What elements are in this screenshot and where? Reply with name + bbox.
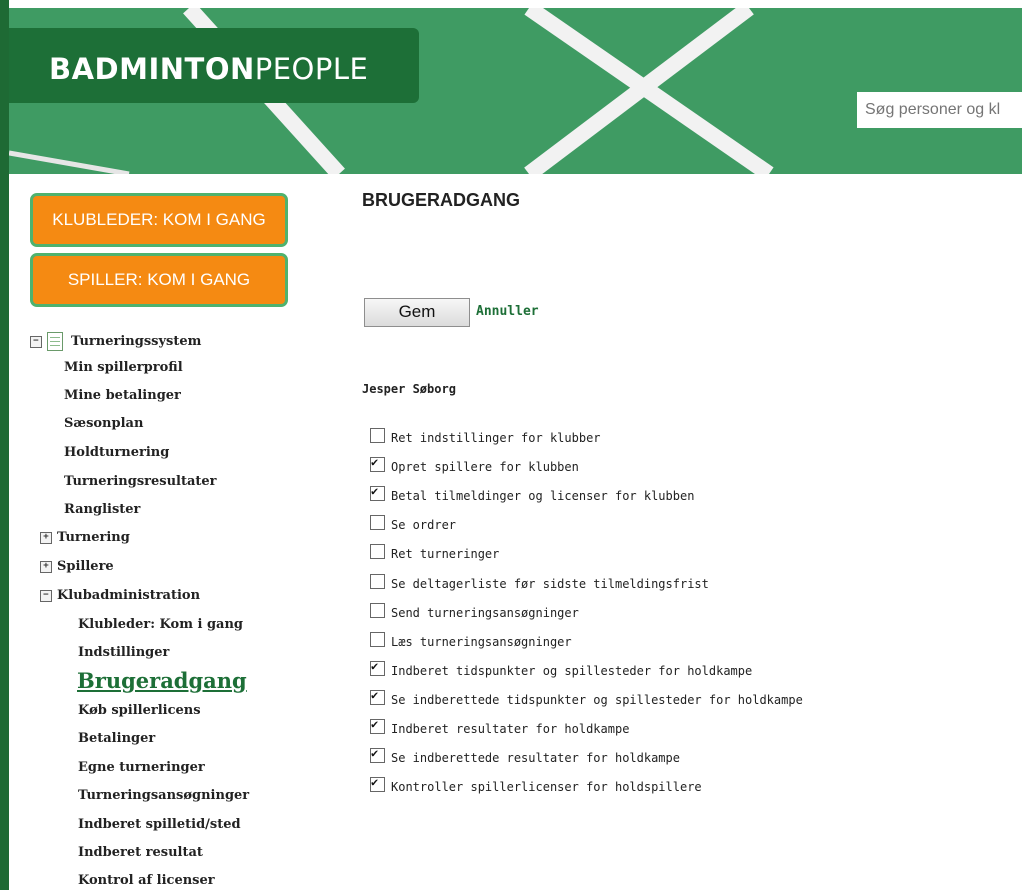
checkbox-checked[interactable] [370,717,385,734]
collapse-icon[interactable]: − [30,335,42,348]
permission-row[interactable]: Send turneringsansøgninger [370,603,579,620]
permission-label: Send turneringsansøgninger [391,606,579,620]
permission-row[interactable]: Indberet resultater for holdkampe [370,717,630,736]
sidebar-item-indberet-resultat[interactable]: Indberet resultat [78,845,203,860]
sidebar-item-brugeradgang-active[interactable]: Brugeradgang [77,668,247,693]
checkbox-unchecked[interactable] [370,428,385,443]
checkbox-checked[interactable] [370,688,385,705]
sidebar-root-label: Turneringssystem [71,334,202,349]
logo-container[interactable]: BADMINTONPEOPLE [9,28,419,103]
sidebar-item-indberet-spilletid[interactable]: Indberet spilletid/sted [78,817,241,832]
checkbox-unchecked[interactable] [370,515,385,530]
permission-label: Se ordrer [391,518,457,532]
logo-bold-text: BADMINTON [49,52,255,86]
expand-icon[interactable]: + [40,560,52,573]
sidebar-item-kontrol-af-licenser[interactable]: Kontrol af licenser [78,873,215,888]
permission-row[interactable]: Læs turneringsansøgninger [370,632,572,649]
permission-label: Ret turneringer [391,547,500,561]
sidebar-group-label: Klubadministration [57,588,201,603]
sidebar-item-min-spillerprofil[interactable]: Min spillerprofil [64,360,183,375]
header-banner: BADMINTONPEOPLE [9,8,1022,174]
left-accent-bar [0,0,9,890]
save-button[interactable]: Gem [364,298,470,327]
permission-label: Se indberettede tidspunkter og spilleste… [391,693,803,707]
permission-row[interactable]: Se ordrer [370,515,456,532]
permission-label: Se indberettede resultater for holdkampe [391,751,680,765]
site-logo[interactable]: BADMINTONPEOPLE [49,52,368,86]
sidebar-group-klubadministration[interactable]: − Klubadministration [40,588,200,603]
sidebar-item-indstillinger[interactable]: Indstillinger [78,645,169,660]
sidebar-item-turneringsresultater[interactable]: Turneringsresultater [64,474,217,489]
expand-icon[interactable]: + [40,531,52,544]
permission-label: Indberet resultater for holdkampe [391,722,630,736]
checkbox-unchecked[interactable] [370,632,385,647]
checkbox-checked[interactable] [370,455,385,472]
checkbox-unchecked[interactable] [370,574,385,589]
permission-label: Betal tilmeldinger og licenser for klubb… [391,489,695,503]
sidebar-item-egne-turneringer[interactable]: Egne turneringer [78,760,205,775]
checkbox-checked[interactable] [370,659,385,676]
permission-row[interactable]: Ret indstillinger for klubber [370,428,601,445]
permission-label: Indberet tidspunkter og spillesteder for… [391,664,753,678]
checkbox-checked[interactable] [370,746,385,763]
logo-light-text: PEOPLE [254,52,369,86]
sidebar-group-spillere[interactable]: + Spillere [40,559,114,574]
sidebar-group-label: Spillere [57,559,114,574]
checkbox-unchecked[interactable] [370,544,385,559]
sidebar-root[interactable]: − Turneringssystem [30,332,201,351]
sidebar-item-holdturnering[interactable]: Holdturnering [64,445,169,460]
search-input[interactable] [857,92,1022,128]
permission-row[interactable]: Opret spillere for klubben [370,455,579,474]
permission-row[interactable]: Se deltagerliste før sidste tilmeldingsf… [370,574,709,591]
sidebar-item-mine-betalinger[interactable]: Mine betalinger [64,388,181,403]
sidebar-group-turnering[interactable]: + Turnering [40,530,130,545]
cancel-link[interactable]: Annuller [476,304,539,319]
permission-label: Ret indstillinger for klubber [391,431,601,445]
permission-row[interactable]: Betal tilmeldinger og licenser for klubb… [370,484,695,503]
checkbox-checked[interactable] [370,775,385,792]
checkbox-checked[interactable] [370,484,385,501]
sidebar-group-label: Turnering [57,530,130,545]
permission-row[interactable]: Se indberettede tidspunkter og spilleste… [370,688,803,707]
club-leader-start-button[interactable]: KLUBLEDER: KOM I GANG [30,193,288,247]
permission-row[interactable]: Indberet tidspunkter og spillesteder for… [370,659,753,678]
permission-label: Kontroller spillerlicenser for holdspill… [391,780,702,794]
user-name: Jesper Søborg [362,382,456,396]
permission-label: Opret spillere for klubben [391,460,579,474]
page-title: BRUGERADGANG [362,190,521,210]
sidebar-item-saesonplan[interactable]: Sæsonplan [64,416,143,431]
collapse-icon[interactable]: − [40,589,52,602]
permission-label: Læs turneringsansøgninger [391,635,572,649]
permission-row[interactable]: Ret turneringer [370,544,499,561]
permission-label: Se deltagerliste før sidste tilmeldingsf… [391,577,709,591]
sidebar-item-klubleder-kom-i-gang[interactable]: Klubleder: Kom i gang [78,617,243,632]
player-start-button[interactable]: SPILLER: KOM I GANG [30,253,288,307]
permission-row[interactable]: Se indberettede resultater for holdkampe [370,746,680,765]
permission-row[interactable]: Kontroller spillerlicenser for holdspill… [370,775,702,794]
document-icon [47,332,63,351]
sidebar-item-betalinger[interactable]: Betalinger [78,731,155,746]
checkbox-unchecked[interactable] [370,603,385,618]
sidebar-item-turneringsansoegninger[interactable]: Turneringsansøgninger [78,788,249,803]
sidebar-item-koeb-spillerlicens[interactable]: Køb spillerlicens [78,703,201,718]
sidebar-item-ranglister[interactable]: Ranglister [64,502,140,517]
